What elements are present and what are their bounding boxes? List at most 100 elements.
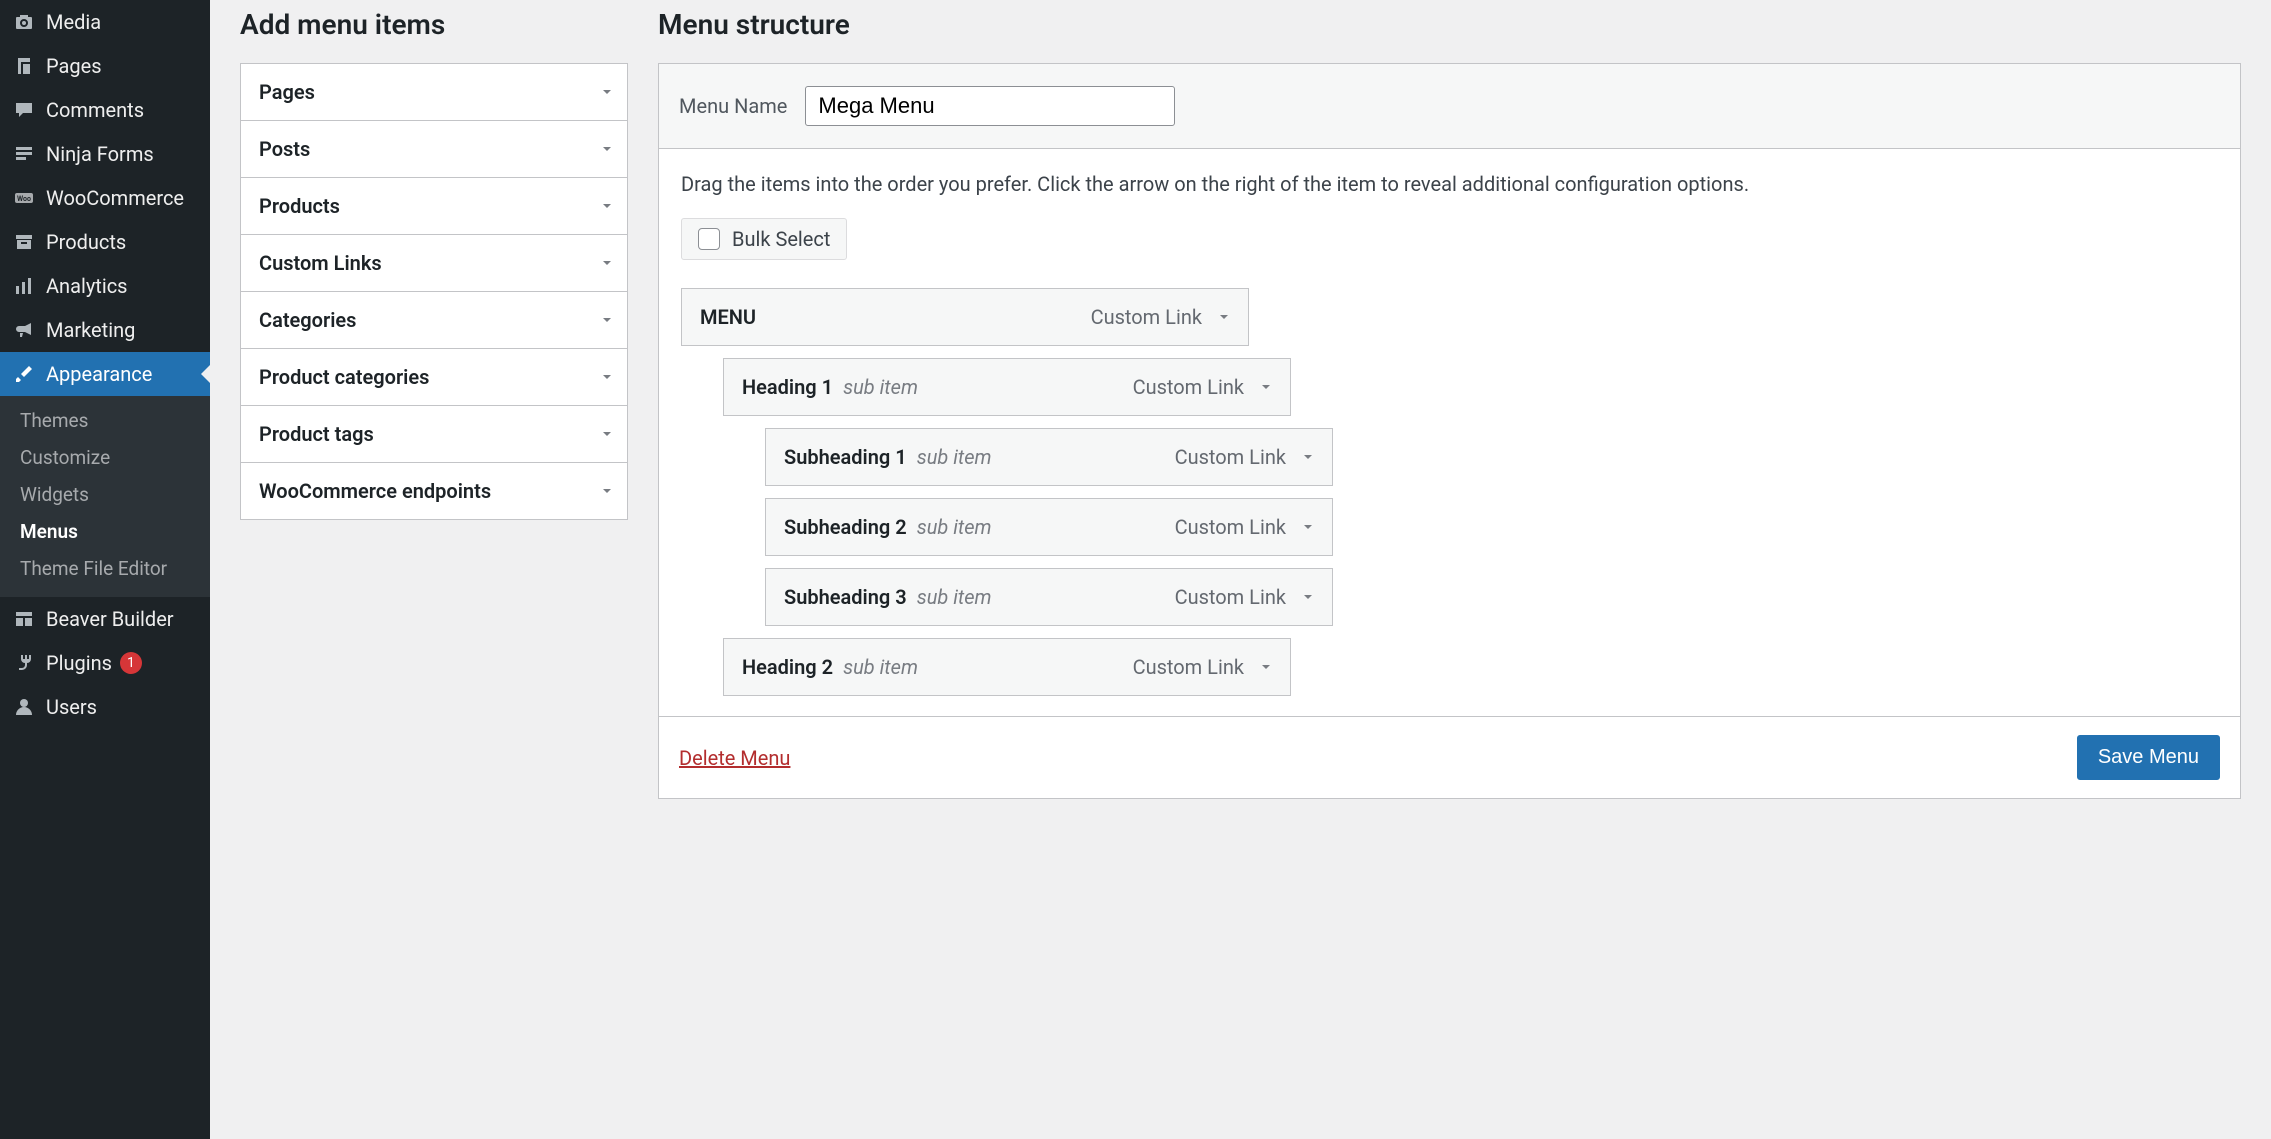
chevron-down-icon[interactable] xyxy=(1260,661,1272,673)
menu-structure-panel: Menu Name Drag the items into the order … xyxy=(658,63,2241,799)
sidebar-item-label: Marketing xyxy=(46,318,135,342)
menu-item[interactable]: Heading 2 sub item Custom Link xyxy=(723,638,1291,696)
chevron-down-icon[interactable] xyxy=(1260,381,1272,393)
sidebar-item-label: Pages xyxy=(46,54,102,78)
menu-name-input[interactable] xyxy=(805,86,1175,126)
panel-header: Menu Name xyxy=(659,64,2240,149)
accordion-item-custom-links[interactable]: Custom Links xyxy=(241,235,627,292)
accordion-item-posts[interactable]: Posts xyxy=(241,121,627,178)
sidebar-item-label: Products xyxy=(46,230,126,254)
sidebar-item-label: WooCommerce xyxy=(46,186,184,210)
page-icon xyxy=(12,54,36,78)
sidebar-item-comments[interactable]: Comments xyxy=(0,88,210,132)
menu-item-title: MENU xyxy=(700,305,756,329)
submenu-item-themes[interactable]: Themes xyxy=(0,402,210,439)
sidebar-item-products[interactable]: Products xyxy=(0,220,210,264)
sidebar-item-label: Appearance xyxy=(46,362,152,386)
woo-icon: Woo xyxy=(12,186,36,210)
accordion-item-product-tags[interactable]: Product tags xyxy=(241,406,627,463)
chevron-down-icon xyxy=(601,200,613,212)
menu-item[interactable]: MENU Custom Link xyxy=(681,288,1249,346)
archive-icon xyxy=(12,230,36,254)
appearance-submenu: ThemesCustomizeWidgetsMenusTheme File Ed… xyxy=(0,396,210,597)
sidebar-item-label: Plugins xyxy=(46,651,112,675)
bulk-select-checkbox[interactable] xyxy=(698,228,720,250)
form-icon xyxy=(12,142,36,166)
main-content: Add menu items PagesPostsProductsCustom … xyxy=(210,0,2271,1139)
menu-item-title: Subheading 1 xyxy=(784,445,907,469)
menu-item-title: Subheading 3 xyxy=(784,585,907,609)
brush-icon xyxy=(12,362,36,386)
submenu-item-customize[interactable]: Customize xyxy=(0,439,210,476)
panel-footer: Delete Menu Save Menu xyxy=(659,716,2240,798)
menu-item-type: Custom Link xyxy=(1175,585,1286,609)
delete-menu-link[interactable]: Delete Menu xyxy=(679,746,790,770)
menu-item[interactable]: Heading 1 sub item Custom Link xyxy=(723,358,1291,416)
svg-text:Woo: Woo xyxy=(17,195,31,203)
submenu-item-widgets[interactable]: Widgets xyxy=(0,476,210,513)
sidebar-item-label: Comments xyxy=(46,98,144,122)
bulk-select-button[interactable]: Bulk Select xyxy=(681,218,847,260)
sidebar-item-label: Users xyxy=(46,695,97,719)
menu-item-type: Custom Link xyxy=(1175,445,1286,469)
submenu-item-theme-file-editor[interactable]: Theme File Editor xyxy=(0,550,210,587)
menu-item-title: Heading 1 xyxy=(742,375,833,399)
grid-icon xyxy=(12,607,36,631)
chevron-down-icon xyxy=(601,143,613,155)
chevron-down-icon xyxy=(601,485,613,497)
menu-item-subtitle: sub item xyxy=(917,445,992,469)
save-menu-button[interactable]: Save Menu xyxy=(2077,735,2220,780)
structure-heading: Menu structure xyxy=(658,8,2241,41)
camera-icon xyxy=(12,10,36,34)
menu-name-label: Menu Name xyxy=(679,94,787,118)
sidebar-item-label: Ninja Forms xyxy=(46,142,154,166)
plug-icon xyxy=(12,651,36,675)
chevron-down-icon[interactable] xyxy=(1218,311,1230,323)
sidebar-item-media[interactable]: Media xyxy=(0,0,210,44)
chevron-down-icon[interactable] xyxy=(1302,451,1314,463)
sidebar-item-users[interactable]: Users xyxy=(0,685,210,729)
menu-item[interactable]: Subheading 1 sub item Custom Link xyxy=(765,428,1333,486)
sidebar-item-marketing[interactable]: Marketing xyxy=(0,308,210,352)
menu-item-type: Custom Link xyxy=(1133,375,1244,399)
menu-item[interactable]: Subheading 2sub itemCustom Link xyxy=(765,498,1333,556)
menu-item[interactable]: Subheading 3 sub item Custom Link xyxy=(765,568,1333,626)
menu-item-type: Custom Link xyxy=(1091,305,1202,329)
accordion-item-product-categories[interactable]: Product categories xyxy=(241,349,627,406)
menu-item-type: Custom Link xyxy=(1133,655,1244,679)
sidebar-item-ninja-forms[interactable]: Ninja Forms xyxy=(0,132,210,176)
sidebar-item-woocommerce[interactable]: Woo WooCommerce xyxy=(0,176,210,220)
menu-item-title: Subheading 2 xyxy=(784,515,907,539)
chevron-down-icon[interactable] xyxy=(1302,591,1314,603)
sidebar-item-analytics[interactable]: Analytics xyxy=(0,264,210,308)
add-items-heading: Add menu items xyxy=(240,8,628,41)
sidebar-item-beaver-builder[interactable]: Beaver Builder xyxy=(0,597,210,641)
menu-item-subtitle: sub item xyxy=(843,375,918,399)
sidebar-item-plugins[interactable]: Plugins 1 xyxy=(0,641,210,685)
sidebar-item-label: Media xyxy=(46,10,101,34)
bulk-select-label: Bulk Select xyxy=(732,227,830,251)
accordion-item-pages[interactable]: Pages xyxy=(241,64,627,121)
accordion-item-products[interactable]: Products xyxy=(241,178,627,235)
accordion-item-categories[interactable]: Categories xyxy=(241,292,627,349)
sidebar-item-pages[interactable]: Pages xyxy=(0,44,210,88)
menu-tree: MENU Custom Link Heading 1 sub item Custom L… xyxy=(681,288,2218,696)
sidebar-item-appearance[interactable]: Appearance xyxy=(0,352,210,396)
menu-item-title: Heading 2 xyxy=(742,655,833,679)
chevron-down-icon xyxy=(601,428,613,440)
add-items-accordion: PagesPostsProductsCustom LinksCategories… xyxy=(240,63,628,520)
chevron-down-icon xyxy=(601,371,613,383)
chevron-down-icon xyxy=(601,86,613,98)
admin-sidebar: Media Pages Comments Ninja Forms Woo WooComme… xyxy=(0,0,210,1139)
submenu-item-menus[interactable]: Menus xyxy=(0,513,210,550)
drag-help-text: Drag the items into the order you prefer… xyxy=(681,169,2218,200)
accordion-item-woocommerce-endpoints[interactable]: WooCommerce endpoints xyxy=(241,463,627,519)
chevron-down-icon[interactable] xyxy=(1302,521,1314,533)
update-badge: 1 xyxy=(120,652,142,674)
sidebar-item-label: Analytics xyxy=(46,274,128,298)
menu-item-subtitle: sub item xyxy=(917,585,992,609)
menu-item-type: Custom Link xyxy=(1175,515,1286,539)
user-icon xyxy=(12,695,36,719)
bars-icon xyxy=(12,274,36,298)
menu-item-subtitle: sub item xyxy=(843,655,918,679)
